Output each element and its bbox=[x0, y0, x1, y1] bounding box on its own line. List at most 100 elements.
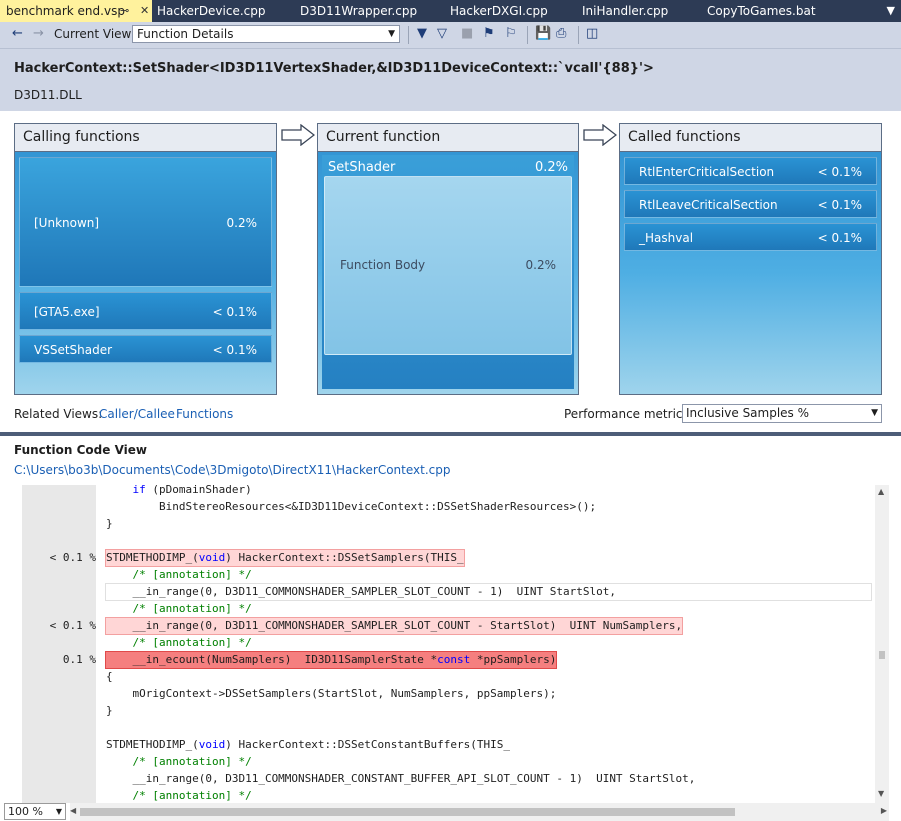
caller-callee-link[interactable]: Caller/Callee bbox=[99, 407, 175, 421]
calling-functions-panel: Calling functions [Unknown] 0.2% [GTA5.e… bbox=[14, 123, 277, 395]
filter-icon[interactable]: ▼ bbox=[417, 26, 427, 41]
code-line[interactable]: BindStereoResources<&ID3D11DeviceContext… bbox=[106, 499, 596, 515]
calling-item-value: 0.2% bbox=[226, 216, 258, 230]
code-text: *ppSamplers) bbox=[470, 653, 557, 666]
chevron-down-icon: ▼ bbox=[871, 408, 878, 418]
vertical-scrollbar[interactable]: ▲ ▼ bbox=[875, 485, 889, 803]
code-text: __in_ecount(NumSamplers) ID3D11SamplerSt… bbox=[106, 653, 438, 666]
performance-metric-value: Inclusive Samples % bbox=[686, 406, 810, 420]
scrollbar-thumb[interactable] bbox=[80, 808, 735, 816]
code-keyword: void bbox=[198, 551, 226, 564]
close-icon[interactable]: ✕ bbox=[140, 0, 149, 22]
calling-functions-title: Calling functions bbox=[15, 124, 276, 152]
called-item-value: < 0.1% bbox=[817, 165, 862, 179]
tab-benchmark-end[interactable]: benchmark end.vsp ⊸ ✕ bbox=[0, 0, 152, 22]
chevron-down-icon: ▼ bbox=[55, 807, 62, 816]
horizontal-scrollbar[interactable]: ◀ ▶ bbox=[70, 803, 889, 821]
current-function-panel: Current function SetShader 0.2% Function… bbox=[317, 123, 579, 395]
tab-copytogames[interactable]: CopyToGames.bat bbox=[707, 0, 816, 22]
code-editor[interactable]: if (pDomainShader) BindStereoResources<&… bbox=[0, 485, 889, 803]
line-sample-percent: < 0.1 % bbox=[49, 551, 96, 564]
calling-item-unknown[interactable]: [Unknown] 0.2% bbox=[19, 157, 272, 287]
function-title: HackerContext::SetShader<ID3D11VertexSha… bbox=[14, 61, 654, 76]
code-keyword: if bbox=[132, 485, 146, 496]
calling-item-value: < 0.1% bbox=[212, 343, 257, 357]
performance-metric-select[interactable]: Inclusive Samples % ▼ bbox=[682, 404, 882, 423]
code-keyword: void bbox=[198, 738, 226, 751]
filter-clear-icon[interactable]: ▽ bbox=[437, 26, 447, 41]
tab-label: benchmark end.vsp bbox=[6, 4, 125, 18]
called-item-rtlenter[interactable]: RtlEnterCriticalSection < 0.1% bbox=[624, 157, 877, 185]
scroll-right-icon[interactable]: ▶ bbox=[881, 806, 887, 815]
noise-reduction-icon[interactable]: ⚐ bbox=[505, 26, 517, 41]
calling-item-name: [GTA5.exe] bbox=[34, 305, 100, 319]
toolbar-separator bbox=[527, 26, 528, 44]
scroll-left-icon[interactable]: ◀ bbox=[70, 806, 76, 815]
called-item-value: < 0.1% bbox=[817, 198, 862, 212]
functions-link[interactable]: Functions bbox=[176, 407, 233, 421]
hot-path-icon[interactable]: ⚑ bbox=[483, 26, 495, 41]
tab-hackerdxgi[interactable]: HackerDXGI.cpp bbox=[450, 0, 548, 22]
code-line[interactable]: { bbox=[106, 669, 113, 685]
scroll-down-icon[interactable]: ▼ bbox=[878, 789, 884, 798]
code-keyword: const bbox=[437, 653, 471, 666]
current-view-select[interactable]: Function Details ▼ bbox=[132, 25, 400, 43]
code-line[interactable]: if (pDomainShader) bbox=[106, 485, 252, 498]
stop-icon[interactable]: ■ bbox=[461, 26, 473, 41]
code-line[interactable]: } bbox=[106, 703, 113, 719]
source-file-link[interactable]: C:\Users\bo3b\Documents\Code\3Dmigoto\Di… bbox=[14, 463, 450, 477]
code-line[interactable]: /* [annotation] */ bbox=[106, 567, 252, 583]
tab-hackerdevice[interactable]: HackerDevice.cpp bbox=[157, 0, 266, 22]
document-tab-strip: benchmark end.vsp ⊸ ✕ HackerDevice.cpp D… bbox=[0, 0, 901, 22]
toolbar: ← → Current View: Function Details ▼ ▼ ▽… bbox=[0, 22, 901, 49]
split-view-icon[interactable]: ◫ bbox=[586, 26, 598, 41]
function-details-panels: Calling functions [Unknown] 0.2% [GTA5.e… bbox=[0, 111, 901, 433]
calling-item-vssetshader[interactable]: VSSetShader < 0.1% bbox=[19, 335, 272, 363]
pin-icon[interactable]: ⊸ bbox=[120, 0, 129, 22]
back-arrow-icon[interactable]: ← bbox=[12, 26, 23, 41]
scrollbar-thumb[interactable] bbox=[879, 651, 885, 659]
forward-arrow-icon[interactable]: → bbox=[33, 26, 44, 41]
called-functions-title: Called functions bbox=[620, 124, 881, 152]
code-line[interactable]: __in_ecount(NumSamplers) ID3D11SamplerSt… bbox=[104, 651, 558, 669]
scroll-up-icon[interactable]: ▲ bbox=[878, 487, 884, 496]
flow-arrow-icon bbox=[281, 124, 315, 146]
splitter[interactable] bbox=[0, 432, 901, 436]
function-body-label: Function Body bbox=[340, 258, 426, 272]
code-line[interactable]: STDMETHODIMP_(void) HackerContext::DSSet… bbox=[106, 737, 510, 753]
save-icon[interactable]: 💾 bbox=[535, 26, 551, 41]
code-text: ) HackerContext::DSSetConstantBuffers(TH… bbox=[225, 738, 510, 751]
code-view-title: Function Code View bbox=[14, 443, 147, 457]
code-line[interactable]: /* [annotation] */ bbox=[106, 754, 252, 770]
code-text: (pDomainShader) bbox=[145, 485, 252, 496]
code-line[interactable]: mOrigContext->DSSetSamplers(StartSlot, N… bbox=[106, 686, 556, 702]
code-gutter bbox=[22, 485, 96, 803]
called-item-hashval[interactable]: _Hashval < 0.1% bbox=[624, 223, 877, 251]
code-line[interactable]: /* [annotation] */ bbox=[106, 635, 252, 651]
code-comment: /* [annotation] */ bbox=[132, 568, 252, 581]
code-line[interactable]: __in_range(0, D3D11_COMMONSHADER_SAMPLER… bbox=[105, 583, 872, 601]
code-line[interactable]: /* [annotation] */ bbox=[106, 601, 252, 617]
code-line[interactable]: __in_range(0, D3D11_COMMONSHADER_CONSTAN… bbox=[106, 771, 695, 787]
current-view-label: Current View: bbox=[54, 27, 135, 41]
zoom-select[interactable]: 100 % ▼ bbox=[4, 803, 66, 820]
export-icon[interactable]: ⎙ bbox=[556, 26, 566, 41]
code-text: } bbox=[106, 517, 113, 530]
code-line[interactable]: __in_range(0, D3D11_COMMONSHADER_SAMPLER… bbox=[104, 617, 684, 635]
tab-overflow-dropdown-icon[interactable]: ▼ bbox=[887, 4, 895, 17]
function-body-block[interactable]: Function Body 0.2% bbox=[324, 176, 572, 355]
code-line[interactable]: /* [annotation] */ bbox=[106, 788, 252, 803]
code-line[interactable]: STDMETHODIMP_(void) HackerContext::DSSet… bbox=[105, 549, 465, 567]
code-comment: /* [annotation] */ bbox=[132, 755, 252, 768]
related-views-bar: Related Views: Caller/Callee Functions P… bbox=[0, 398, 901, 432]
chevron-down-icon: ▼ bbox=[388, 29, 395, 39]
called-item-rtlleave[interactable]: RtlLeaveCriticalSection < 0.1% bbox=[624, 190, 877, 218]
calling-item-gta5[interactable]: [GTA5.exe] < 0.1% bbox=[19, 292, 272, 330]
tab-d3d11wrapper[interactable]: D3D11Wrapper.cpp bbox=[300, 0, 417, 22]
tab-inihandler[interactable]: IniHandler.cpp bbox=[582, 0, 668, 22]
zoom-value: 100 % bbox=[8, 805, 43, 818]
code-line[interactable]: } bbox=[106, 516, 113, 532]
